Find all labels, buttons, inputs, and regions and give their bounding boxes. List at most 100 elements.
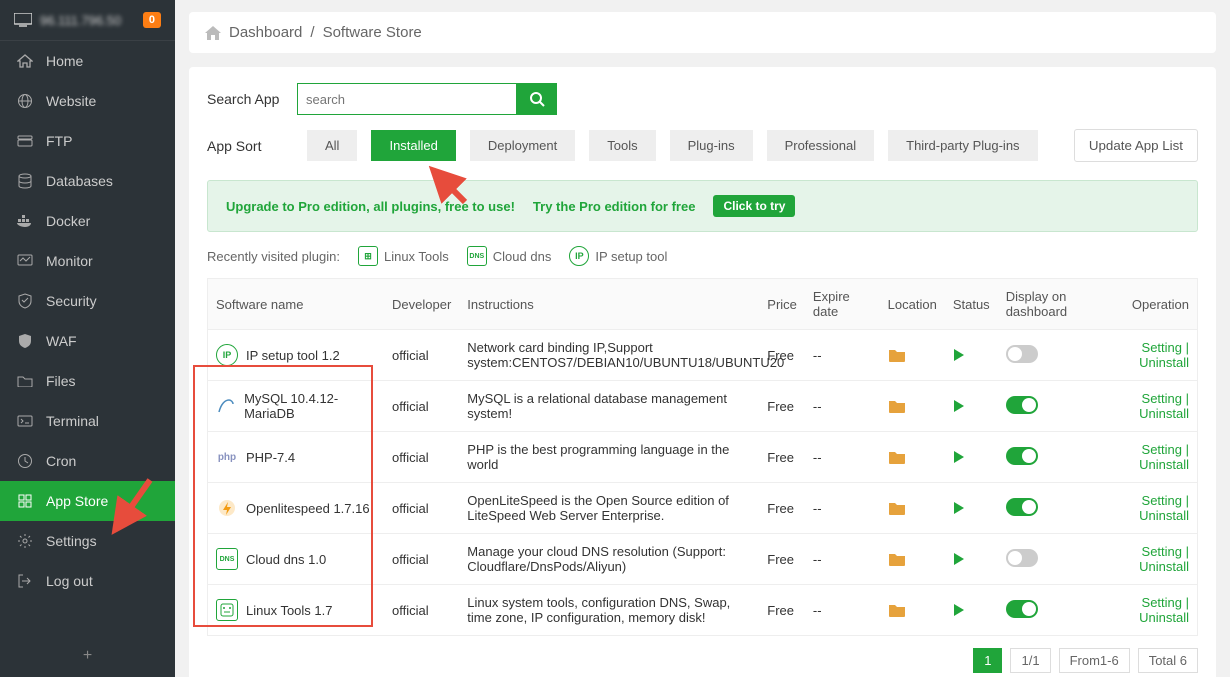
page-1[interactable]: 1 <box>973 648 1002 673</box>
dashboard-toggle[interactable] <box>1006 447 1038 465</box>
dashboard-toggle[interactable] <box>1006 549 1038 567</box>
price-cell: Free <box>759 483 805 534</box>
breadcrumb-current: Software Store <box>323 24 422 41</box>
sidebar-item-label: Website <box>46 93 96 109</box>
search-input[interactable] <box>297 83 517 115</box>
sort-deployment[interactable]: Deployment <box>470 130 575 161</box>
dashboard-toggle[interactable] <box>1006 600 1038 618</box>
play-icon[interactable] <box>953 501 990 515</box>
folder-icon[interactable] <box>888 603 937 617</box>
recent-row: Recently visited plugin: ⊞ Linux Tools D… <box>207 246 1198 266</box>
sidebar-item-label: Log out <box>46 573 93 589</box>
search-icon <box>529 91 545 107</box>
play-icon[interactable] <box>953 399 990 413</box>
sidebar-item-files[interactable]: Files <box>0 361 175 401</box>
play-icon[interactable] <box>953 450 990 464</box>
setting-link[interactable]: Setting | <box>1132 391 1189 406</box>
uninstall-link[interactable]: Uninstall <box>1132 355 1189 370</box>
sidebar-item-docker[interactable]: Docker <box>0 201 175 241</box>
sort-row: App Sort All Installed Deployment Tools Plug… <box>207 129 1198 162</box>
setting-link[interactable]: Setting | <box>1132 595 1189 610</box>
software-name-cell[interactable]: Linux Tools 1.7 <box>216 599 376 621</box>
search-button[interactable] <box>517 83 557 115</box>
notification-badge[interactable]: 0 <box>143 12 161 28</box>
recent-item-cloud-dns[interactable]: DNS Cloud dns <box>467 246 552 266</box>
breadcrumb-home[interactable]: Dashboard <box>229 24 302 41</box>
col-status: Status <box>945 279 998 330</box>
sidebar-item-monitor[interactable]: Monitor <box>0 241 175 281</box>
pagination: 1 1/1 From1-6 Total 6 <box>207 648 1198 673</box>
sidebar-item-label: Monitor <box>46 253 93 269</box>
page-range: From1-6 <box>1059 648 1130 673</box>
dashboard-toggle[interactable] <box>1006 498 1038 516</box>
software-name-cell[interactable]: MySQL 10.4.12-MariaDB <box>216 391 376 421</box>
dashboard-toggle[interactable] <box>1006 345 1038 363</box>
sort-professional[interactable]: Professional <box>767 130 875 161</box>
update-app-list-button[interactable]: Update App List <box>1074 129 1198 162</box>
sidebar-item-settings[interactable]: Settings <box>0 521 175 561</box>
content-card: Search App App Sort AllInstalledDeployme… <box>189 67 1216 677</box>
software-table: Software nameDeveloperInstructionsPriceE… <box>207 278 1198 636</box>
uninstall-link[interactable]: Uninstall <box>1132 508 1189 523</box>
sort-all[interactable]: All <box>307 130 357 161</box>
expire-cell: -- <box>805 381 880 432</box>
setting-link[interactable]: Setting | <box>1132 340 1189 355</box>
sidebar-item-cron[interactable]: Cron <box>0 441 175 481</box>
play-icon[interactable] <box>953 552 990 566</box>
setting-link[interactable]: Setting | <box>1132 544 1189 559</box>
folder-icon[interactable] <box>888 501 937 515</box>
uninstall-link[interactable]: Uninstall <box>1132 406 1189 421</box>
sidebar-item-label: Terminal <box>46 413 99 429</box>
shield-icon <box>16 293 34 309</box>
click-to-try-button[interactable]: Click to try <box>713 195 795 217</box>
add-menu-button[interactable]: + <box>0 635 175 677</box>
recent-item-ip-setup[interactable]: IP IP setup tool <box>569 246 667 266</box>
sort-installed[interactable]: Installed <box>371 130 455 161</box>
sort-tools[interactable]: Tools <box>589 130 655 161</box>
software-name-cell[interactable]: IPIP setup tool 1.2 <box>216 344 376 366</box>
uninstall-link[interactable]: Uninstall <box>1132 559 1189 574</box>
folder-icon[interactable] <box>888 450 937 464</box>
server-ip: 96.111.796.50 <box>40 13 135 28</box>
setting-link[interactable]: Setting | <box>1132 442 1189 457</box>
sidebar-item-app-store[interactable]: App Store <box>0 481 175 521</box>
uninstall-link[interactable]: Uninstall <box>1132 457 1189 472</box>
breadcrumb: Dashboard / Software Store <box>189 12 1216 53</box>
sidebar-item-waf[interactable]: WAF <box>0 321 175 361</box>
sidebar-item-terminal[interactable]: Terminal <box>0 401 175 441</box>
sidebar-item-ftp[interactable]: FTP <box>0 121 175 161</box>
sidebar-item-label: Settings <box>46 533 97 549</box>
uninstall-link[interactable]: Uninstall <box>1132 610 1189 625</box>
software-name-cell[interactable]: phpPHP-7.4 <box>216 446 376 468</box>
sidebar-item-security[interactable]: Security <box>0 281 175 321</box>
software-name-cell[interactable]: DNSCloud dns 1.0 <box>216 548 376 570</box>
sort-plug-ins[interactable]: Plug-ins <box>670 130 753 161</box>
folder-icon[interactable] <box>888 552 937 566</box>
sidebar-header: 96.111.796.50 0 <box>0 0 175 41</box>
col-expire-date: Expire date <box>805 279 880 330</box>
dashboard-toggle[interactable] <box>1006 396 1038 414</box>
pro-banner: Upgrade to Pro edition, all plugins, fre… <box>207 180 1198 232</box>
home-icon <box>205 26 221 40</box>
software-name-cell[interactable]: Openlitespeed 1.7.16 <box>216 497 376 519</box>
sort-label: App Sort <box>207 138 297 154</box>
col-price: Price <box>759 279 805 330</box>
price-cell: Free <box>759 534 805 585</box>
sidebar-item-home[interactable]: Home <box>0 41 175 81</box>
folder-icon <box>16 375 34 387</box>
folder-icon[interactable] <box>888 348 937 362</box>
sidebar-item-databases[interactable]: Databases <box>0 161 175 201</box>
play-icon[interactable] <box>953 603 990 617</box>
ip-setup-icon: IP <box>569 246 589 266</box>
sidebar-item-website[interactable]: Website <box>0 81 175 121</box>
sidebar-item-log-out[interactable]: Log out <box>0 561 175 601</box>
setting-link[interactable]: Setting | <box>1132 493 1189 508</box>
recent-item-linux-tools[interactable]: ⊞ Linux Tools <box>358 246 449 266</box>
play-icon[interactable] <box>953 348 990 362</box>
page-total: Total 6 <box>1138 648 1198 673</box>
folder-icon[interactable] <box>888 399 937 413</box>
sort-third-party-plug-ins[interactable]: Third-party Plug-ins <box>888 130 1037 161</box>
sidebar-item-label: Security <box>46 293 97 309</box>
developer-cell: official <box>384 534 459 585</box>
expire-cell: -- <box>805 534 880 585</box>
